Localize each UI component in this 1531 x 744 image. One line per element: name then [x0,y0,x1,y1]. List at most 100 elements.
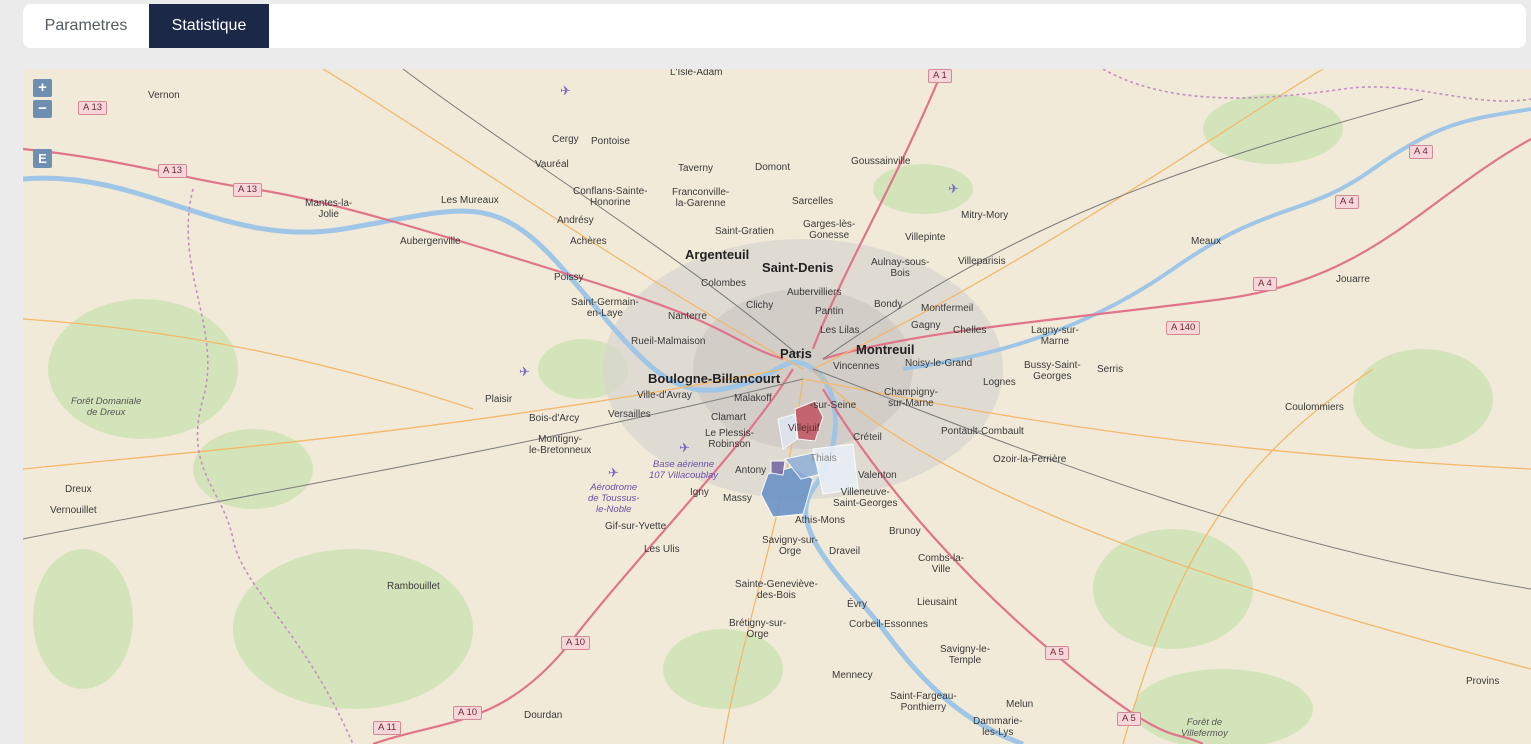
airport-icon: ✈ [679,440,690,455]
place-label: Saint-Gratien [715,226,774,237]
place-label: Aubergenville [400,236,461,247]
place-label: Dreux [65,484,92,495]
forest-label: Forêt Domaniale de Dreux [71,396,142,418]
place-label: Argenteuil [685,247,750,262]
map-view[interactable]: + − E ✈ ✈ ✈ ✈ ✈ A 13 A 13 A 13 A 1 A 4 A… [23,69,1531,744]
place-label: Poissy [554,272,584,283]
tab-parametres[interactable]: Parametres [23,4,149,48]
airport-icon: ✈ [519,364,530,379]
place-label: Corbeil-Essonnes [849,619,928,630]
place-label: Brétigny-sur- Orge [729,618,787,640]
place-label: Garges-lès- Gonesse [803,219,856,241]
road-shield: A 11 [373,721,402,735]
place-label: Achères [570,236,607,247]
place-label: Clamart [711,412,747,423]
place-label: Saint-Fargeau- Ponthierry [890,691,957,713]
place-label: Saint-Denis [762,260,834,275]
place-label: Goussainville [851,156,911,167]
airport-icon: ✈ [948,181,959,196]
place-label: Savigny-sur- Orge [762,535,819,557]
place-label: Bois-d'Arcy [529,413,580,424]
place-label: Nanterre [668,311,707,322]
place-label: Villepinte [905,232,946,243]
road-shield: A 5 [1117,712,1141,726]
road-shield: A 13 [78,101,108,115]
place-label: Igny [690,487,709,498]
place-label: Créteil [853,432,882,443]
place-label: Franconville- la-Garenne [672,187,730,209]
place-label: Thiais [810,453,837,464]
place-label: L'Isle-Adam [670,69,723,78]
place-label: Aubervilliers [787,287,842,298]
place-label: Pontault-Combault [941,426,1024,437]
place-label: Pantin [815,306,844,317]
road-shield: A 5 [1045,646,1069,660]
place-label: Paris [780,346,812,361]
place-label: Antony [735,465,767,476]
place-label: Le Plessis- Robinson [705,428,754,450]
place-label: Rambouillet [387,581,440,592]
export-button[interactable]: E [33,149,52,168]
place-label: Lieusaint [917,597,958,608]
airport-icon: ✈ [560,83,571,98]
place-label: Draveil [829,546,861,557]
zoom-in-button[interactable]: + [33,79,52,97]
place-label: Mitry-Mory [961,210,1009,221]
place-label: Savigny-le- Temple [940,644,991,666]
place-label: Montreuil [856,342,915,357]
place-label: Andrésy [557,215,594,226]
place-label: Les Mureaux [441,195,499,206]
place-label: Les Ulis [644,544,680,555]
road-shield: A 4 [1335,195,1359,209]
place-label: Mantes-la- Jolie [305,198,353,220]
place-label: Sainte-Geneviève- des-Bois [735,579,818,601]
road-shield: A 1 [928,69,952,83]
place-label: Bondy [874,299,903,310]
place-label: Vernouillet [50,505,97,516]
place-label: Rueil-Malmaison [631,336,706,347]
place-label: Gif-sur-Yvette [605,521,667,532]
road-shield: A 10 [453,706,483,720]
place-label: Mennecy [832,670,873,681]
place-label: Versailles [608,409,651,420]
place-label: Boulogne-Billancourt [648,371,781,386]
road-shield: A 140 [1166,321,1201,335]
place-label: Coulommiers [1285,402,1344,413]
forest-label: Forêt de Villefermoy [1181,717,1228,739]
place-label: Champigny- sur-Marne [884,387,938,409]
place-label: Colombes [701,278,747,289]
place-label: Ville-d'Avray [637,390,692,401]
road-shield: A 4 [1409,145,1433,159]
place-label: Cergy [552,134,579,145]
place-label: Vauréal [535,159,569,170]
place-label: Villeneuve- Saint-Georges [833,487,898,509]
place-label: Vincennes [833,361,880,372]
place-label: Athis-Mons [795,515,846,526]
airfield-label: Aérodrome de Toussus- le-Noble [588,482,640,515]
place-label: Combs-la- Ville [918,553,965,575]
place-label: Saint-Germain- en-Laye [571,297,639,319]
airport-icon: ✈ [608,465,619,480]
place-label: Brunoy [889,526,921,537]
place-label: Villeparisis [958,256,1006,267]
place-label: Taverny [678,163,714,174]
place-label: Pontoise [591,136,630,147]
place-label: Chelles [953,325,987,336]
place-label: Plaisir [485,394,513,405]
place-label: Les Lilas [820,325,860,336]
place-label: Évry [847,599,867,610]
place-label: Villejuif [788,423,820,434]
place-label: Dammarie- les-Lys [973,716,1023,738]
place-label: Massy [723,493,752,504]
zoom-out-button[interactable]: − [33,100,52,118]
place-label: Domont [755,162,791,173]
place-label: Dourdan [524,710,563,721]
place-label: Lagny-sur- Marne [1031,325,1079,347]
place-label: Noisy-le-Grand [905,358,973,369]
place-label: Aulnay-sous- Bois [871,257,930,279]
tab-statistique[interactable]: Statistique [149,4,269,48]
place-label: Valenton [858,470,897,481]
place-label: Montfermeil [921,303,974,314]
place-label: Montigny- le-Bretonneux [529,434,592,456]
place-label: Malakoff [734,393,772,404]
